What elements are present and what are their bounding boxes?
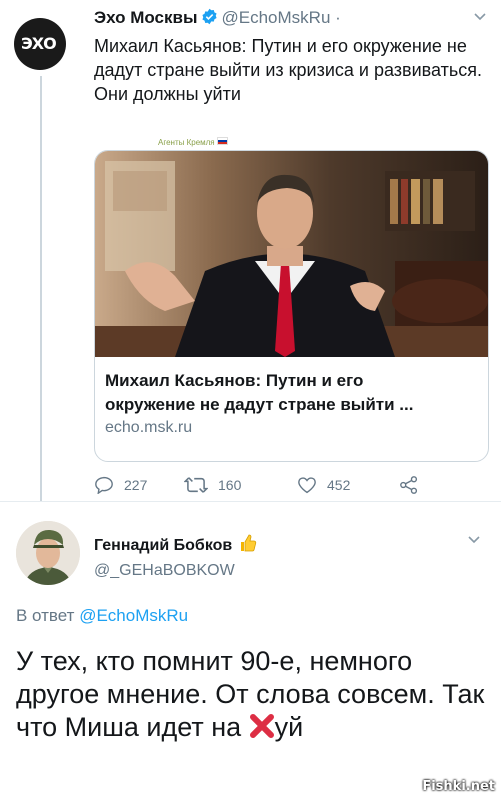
card-title-line2: окружение не дадут стране выйти ... [105, 395, 414, 414]
site-watermark: Fishki.net [422, 779, 495, 794]
retweet-action[interactable]: 160 [184, 476, 241, 494]
thread-line [40, 76, 42, 502]
reply-text-end: уй [274, 712, 304, 742]
reply-author[interactable]: Геннадий Бобков [94, 533, 257, 555]
soldier-portrait [16, 521, 80, 585]
like-action[interactable]: 452 [297, 476, 350, 494]
share-action[interactable] [399, 476, 429, 494]
reply-icon [95, 476, 113, 494]
chevron-down-icon[interactable] [473, 12, 487, 22]
reply-prefix: В ответ [16, 606, 75, 625]
reply-context: В ответ @EchoMskRu [16, 606, 188, 626]
tweet-header: Эхо Москвы @EchoMskRu · [94, 8, 341, 28]
like-icon [298, 477, 316, 494]
tweet-actions: 227 160 452 [94, 476, 494, 498]
card-title-line1: Михаил Касьянов: Путин и его [105, 371, 364, 390]
card-title: Михаил Касьянов: Путин и его окружение н… [105, 369, 480, 417]
link-card[interactable]: Михаил Касьянов: Путин и его окружение н… [94, 150, 489, 462]
russia-flag-icon [216, 137, 228, 145]
avatar-logo-text: ЭХО [21, 34, 57, 53]
reply-count: 227 [124, 477, 148, 493]
retweet-icon [184, 477, 208, 493]
thumbs-up-icon [240, 534, 256, 552]
author-name[interactable]: Эхо Москвы [94, 8, 198, 27]
reply-action[interactable]: 227 [94, 476, 147, 494]
reply-text: У тех, кто помнит 90-е, немного другое м… [16, 645, 486, 744]
stamp-text: Агенты Кремля [158, 138, 215, 147]
tweet-text: Михаил Касьянов: Путин и его окружение н… [94, 36, 482, 104]
red-x-icon [249, 714, 274, 738]
retweet-count: 160 [218, 477, 242, 493]
chevron-down-icon[interactable] [467, 535, 481, 545]
agents-stamp: Агенты Кремля [158, 137, 228, 147]
card-url: echo.msk.ru [105, 419, 193, 436]
reply-handle[interactable]: @_GEHaBOBKOW [94, 562, 235, 580]
share-icon [400, 476, 418, 494]
tweet-divider [0, 501, 501, 502]
verified-icon [201, 8, 217, 25]
card-image [95, 151, 488, 357]
card-body: Михаил Касьянов: Путин и его окружение н… [95, 357, 488, 461]
reply-author-name: Геннадий Бобков [94, 537, 233, 554]
original-tweet[interactable]: ЭХО Эхо Москвы @EchoMskRu · Михаил Касьян… [0, 0, 501, 502]
reply-avatar[interactable] [16, 521, 80, 585]
reply-to-link[interactable]: @EchoMskRu [79, 606, 188, 625]
echo-avatar[interactable]: ЭХО [14, 18, 66, 70]
author-handle[interactable]: @EchoMskRu · [222, 8, 341, 27]
like-count: 452 [327, 477, 351, 493]
